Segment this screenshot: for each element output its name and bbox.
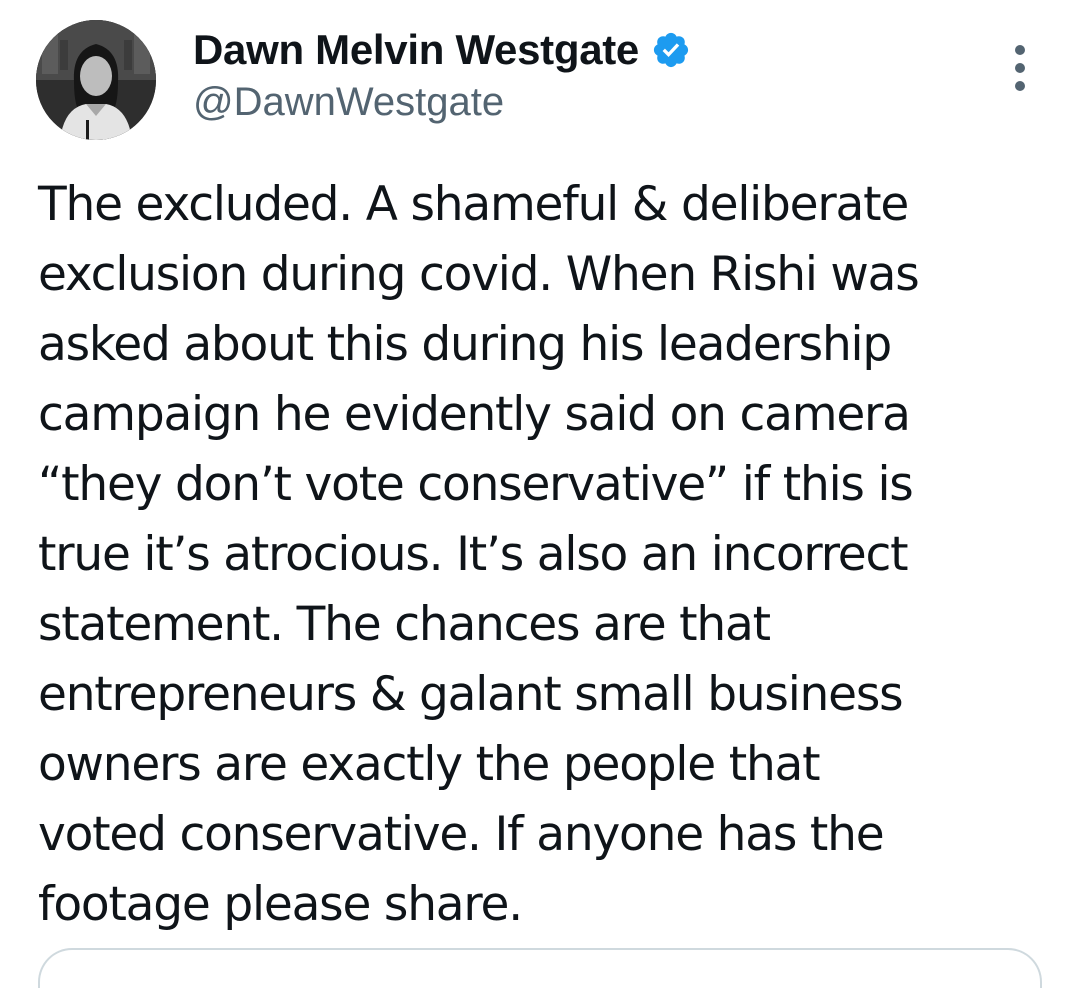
tweet-text-line: campaign he evidently said on camera — [38, 387, 911, 442]
author-display-name[interactable]: Dawn Melvin Westgate — [193, 26, 639, 74]
tweet-text-line: exclusion during covid. When Rishi was — [38, 247, 920, 302]
more-vertical-icon-dot — [1015, 63, 1025, 73]
more-vertical-icon-dot — [1015, 81, 1025, 91]
more-vertical-icon — [1015, 45, 1025, 55]
tweet-text-line: voted conservative. If anyone has the — [38, 807, 885, 862]
tweet-text-line: “they don’t vote conservative” if this i… — [38, 457, 914, 512]
author-handle[interactable]: @DawnWestgate — [193, 80, 504, 125]
avatar-photo — [36, 20, 156, 140]
tweet-text: The excluded. A shameful & deliberate ex… — [38, 170, 1048, 940]
avatar[interactable] — [36, 20, 156, 140]
more-options-button[interactable] — [1000, 40, 1040, 96]
tweet-text-line: The excluded. A shameful & deliberate — [38, 177, 909, 232]
verified-badge-icon — [651, 30, 691, 70]
media-card[interactable] — [38, 948, 1042, 988]
tweet-text-line: asked about this during his leadership — [38, 317, 892, 372]
tweet-text-line: statement. The chances are that — [38, 597, 771, 652]
tweet: Dawn Melvin Westgate @DawnWestgate The e… — [0, 0, 1080, 988]
tweet-text-line: owners are exactly the people that — [38, 737, 821, 792]
author-name-row: Dawn Melvin Westgate — [193, 26, 691, 74]
tweet-text-line: entrepreneurs & galant small business — [38, 667, 904, 722]
tweet-text-line: footage please share. — [38, 877, 523, 932]
tweet-text-line: true it’s atrocious. It’s also an incorr… — [38, 527, 909, 582]
